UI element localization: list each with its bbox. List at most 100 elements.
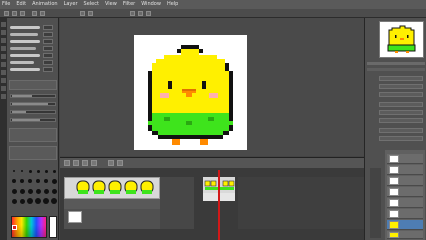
brush-tool-icon[interactable]	[1, 70, 6, 75]
opacity-slider[interactable]	[10, 102, 56, 106]
brush-size-dot[interactable]	[13, 170, 15, 172]
brush-size-dot[interactable]	[36, 169, 40, 173]
brush-size-dot[interactable]	[12, 179, 16, 183]
brush-size-dot[interactable]	[44, 169, 48, 173]
redo-icon[interactable]	[40, 11, 45, 16]
menu-filter[interactable]: Filter	[123, 0, 135, 9]
hardness-slider[interactable]	[10, 110, 56, 114]
menu-file[interactable]: File	[2, 0, 10, 9]
brush-size-5[interactable]	[43, 53, 53, 58]
text-tool-icon[interactable]	[1, 94, 6, 99]
layer-row[interactable]	[387, 209, 423, 219]
brush-preset-2[interactable]	[10, 33, 38, 36]
play-button-icon[interactable]	[64, 160, 70, 166]
onion-skin-icon[interactable]	[117, 160, 123, 166]
brush-size-slider[interactable]	[10, 94, 56, 98]
brush-size-dot[interactable]	[51, 178, 57, 184]
brush-size-dot[interactable]	[28, 169, 32, 173]
menu-layer[interactable]: Layer	[64, 0, 78, 9]
brush-preset-6[interactable]	[10, 61, 34, 64]
navigator-preview[interactable]	[379, 21, 424, 58]
zoom-tool-icon[interactable]	[1, 22, 6, 27]
stop-button-icon[interactable]	[73, 160, 79, 166]
color-picker-marker[interactable]	[12, 225, 17, 230]
brush-size-dot[interactable]	[11, 188, 17, 194]
layer-row[interactable]	[387, 154, 423, 164]
stabilization-setting[interactable]	[9, 146, 57, 160]
layer-row[interactable]	[387, 231, 423, 239]
brush-size-dot[interactable]	[51, 198, 57, 204]
eraser-tool-icon[interactable]	[1, 78, 6, 83]
brush-size-dot[interactable]	[11, 198, 17, 204]
animation-folder-track[interactable]	[64, 177, 160, 199]
fill-tool-icon[interactable]	[1, 86, 6, 91]
drawing-canvas[interactable]	[134, 35, 247, 150]
layer-property-row-1[interactable]	[379, 76, 423, 81]
menu-select[interactable]: Select	[84, 0, 99, 9]
navigator-rotate-bar[interactable]	[367, 68, 425, 71]
brush-size-dot[interactable]	[51, 188, 57, 194]
brush-size-1[interactable]	[43, 25, 53, 30]
layer-property-row-6[interactable]	[379, 118, 423, 123]
brush-size-grid[interactable]	[9, 166, 57, 206]
select-tool-icon[interactable]	[1, 38, 6, 43]
pen-tool-icon[interactable]	[1, 54, 6, 59]
eyedropper-tool-icon[interactable]	[1, 46, 6, 51]
brush-size-7[interactable]	[43, 67, 53, 72]
timeline-empty-area[interactable]	[238, 177, 364, 229]
brush-size-dot[interactable]	[21, 170, 23, 172]
brush-size-dot[interactable]	[20, 179, 24, 183]
brush-size-dot[interactable]	[35, 188, 41, 194]
new-cel-icon[interactable]	[108, 160, 114, 166]
layer-property-row-8[interactable]	[379, 136, 423, 141]
crop-icon[interactable]	[146, 11, 151, 16]
invert-selection-icon[interactable]	[138, 11, 143, 16]
layer-row[interactable]	[387, 198, 423, 208]
brush-size-dot[interactable]	[27, 198, 33, 204]
menu-help[interactable]: Help	[167, 0, 178, 9]
canvas-area[interactable]	[60, 18, 364, 156]
menu-view[interactable]: View	[105, 0, 117, 9]
open-file-icon[interactable]	[12, 11, 17, 16]
brush-size-dot[interactable]	[43, 198, 49, 204]
brush-size-dot[interactable]	[52, 169, 56, 173]
save-icon[interactable]	[20, 11, 25, 16]
brush-size-dot[interactable]	[27, 188, 33, 194]
layer-property-row-7[interactable]	[379, 128, 423, 133]
transform-icon[interactable]	[88, 11, 93, 16]
brush-size-6[interactable]	[43, 60, 53, 65]
brush-size-3[interactable]	[43, 39, 53, 44]
previous-frame-icon[interactable]	[82, 160, 88, 166]
layer-row[interactable]	[387, 176, 423, 186]
menu-edit[interactable]: Edit	[16, 0, 26, 9]
new-file-icon[interactable]	[4, 11, 9, 16]
brush-size-dot[interactable]	[28, 179, 32, 183]
navigator-zoom-bar[interactable]	[367, 62, 425, 65]
layer-row-selected[interactable]	[387, 220, 423, 230]
undo-icon[interactable]	[32, 11, 37, 16]
main-color-swatch[interactable]	[49, 216, 57, 238]
clear-icon[interactable]	[80, 11, 85, 16]
menu-animation[interactable]: Animation	[32, 0, 58, 9]
layer-property-row-5[interactable]	[379, 110, 423, 115]
layer-panel-scrollbar[interactable]	[370, 168, 381, 238]
brush-size-dot[interactable]	[44, 179, 48, 183]
pencil-tool-icon[interactable]	[1, 62, 6, 67]
brush-size-4[interactable]	[43, 46, 53, 51]
deselect-icon[interactable]	[130, 11, 135, 16]
brush-size-dot[interactable]	[35, 198, 41, 204]
brush-size-2[interactable]	[43, 32, 53, 37]
layer-row[interactable]	[387, 187, 423, 197]
layer-property-row-3[interactable]	[379, 92, 423, 97]
layer-property-row-4[interactable]	[379, 102, 423, 107]
brush-preset-1[interactable]	[10, 26, 40, 29]
move-tool-icon[interactable]	[1, 30, 6, 35]
menu-window[interactable]: Window	[141, 0, 161, 9]
brush-preset-4[interactable]	[10, 47, 36, 50]
brush-preset-7[interactable]	[10, 68, 40, 71]
layer-property-row-2[interactable]	[379, 84, 423, 89]
timeline-frame-ruler[interactable]	[64, 199, 160, 209]
playhead[interactable]	[218, 170, 220, 240]
layer-row[interactable]	[387, 165, 423, 175]
brush-preset-3[interactable]	[10, 40, 40, 43]
